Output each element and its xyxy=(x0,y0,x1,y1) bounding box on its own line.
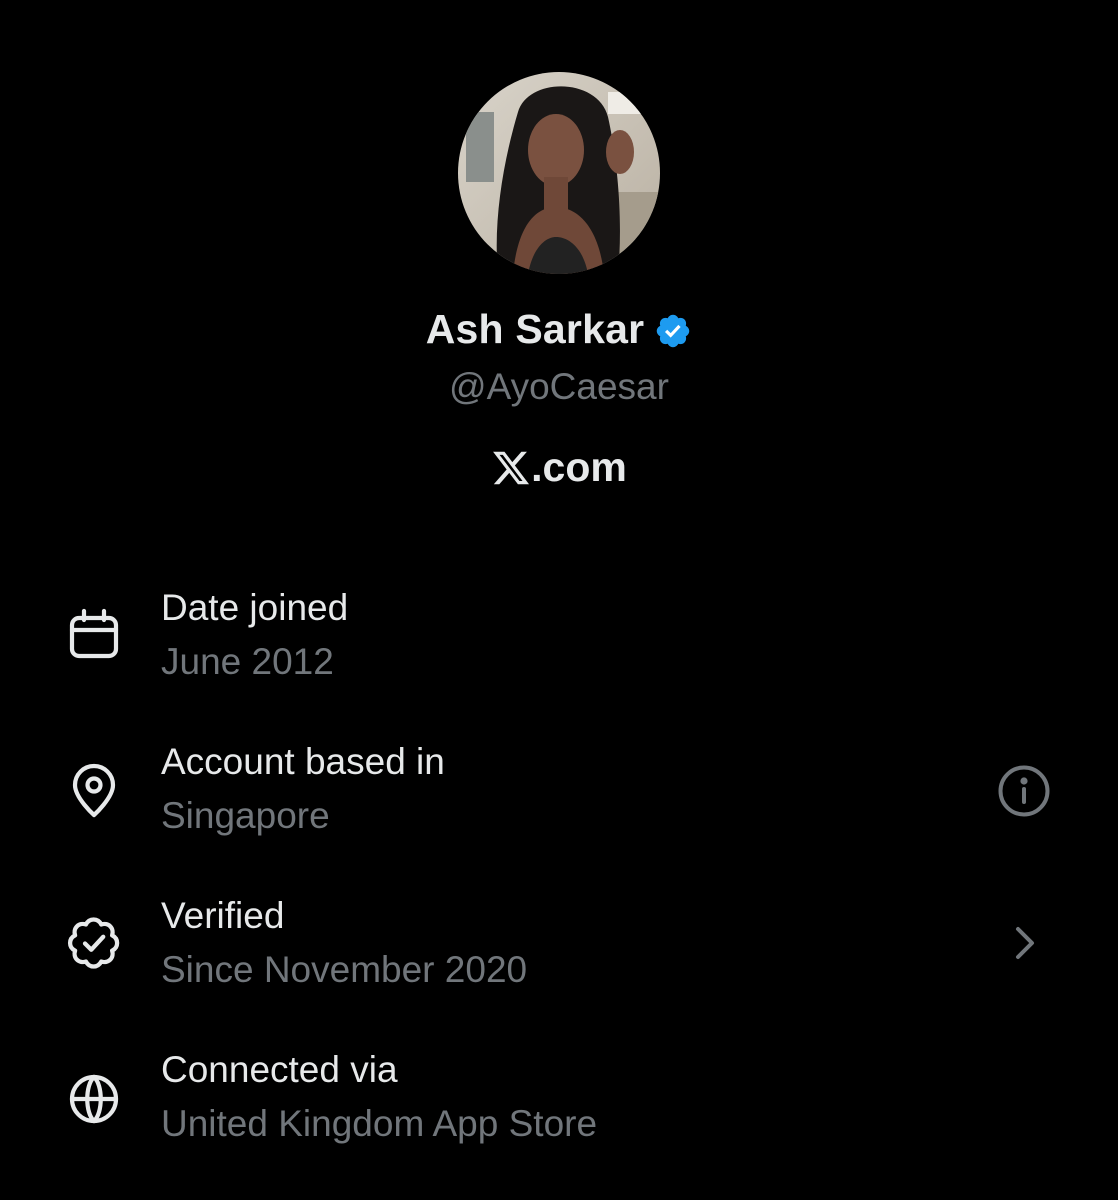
account-based-in-value: Singapore xyxy=(161,795,330,836)
date-joined-label: Date joined xyxy=(161,587,349,628)
chevron-right-icon[interactable] xyxy=(996,915,1052,971)
date-joined-row: Date joined June 2012 xyxy=(0,587,1118,707)
profile-handle[interactable]: @AyoCaesar xyxy=(0,366,1118,408)
site-suffix: .com xyxy=(531,444,627,490)
connected-via-row: Connected via United Kingdom App Store xyxy=(0,1049,1118,1169)
info-icon[interactable] xyxy=(996,763,1052,819)
verified-row[interactable]: Verified Since November 2020 xyxy=(0,895,1118,1015)
site-label: .com xyxy=(0,444,1118,491)
connected-via-value: United Kingdom App Store xyxy=(161,1103,598,1144)
x-logo-icon xyxy=(491,448,531,488)
globe-icon xyxy=(64,1069,124,1129)
profile-name-row: Ash Sarkar xyxy=(0,306,1118,353)
connected-via-label: Connected via xyxy=(161,1049,398,1090)
location-pin-icon xyxy=(64,761,124,821)
account-based-in-label: Account based in xyxy=(161,741,445,782)
account-based-in-row: Account based in Singapore xyxy=(0,741,1118,861)
profile-avatar[interactable] xyxy=(458,72,660,274)
verified-badge-icon[interactable] xyxy=(654,310,692,350)
display-name: Ash Sarkar xyxy=(425,306,645,352)
account-info-page: Ash Sarkar @AyoCaesar .com Date joined J… xyxy=(0,0,1118,1200)
verified-seal-icon xyxy=(64,913,124,973)
verified-value: Since November 2020 xyxy=(161,949,528,990)
calendar-icon xyxy=(64,605,124,665)
verified-label: Verified xyxy=(161,895,285,936)
date-joined-value: June 2012 xyxy=(161,641,334,682)
